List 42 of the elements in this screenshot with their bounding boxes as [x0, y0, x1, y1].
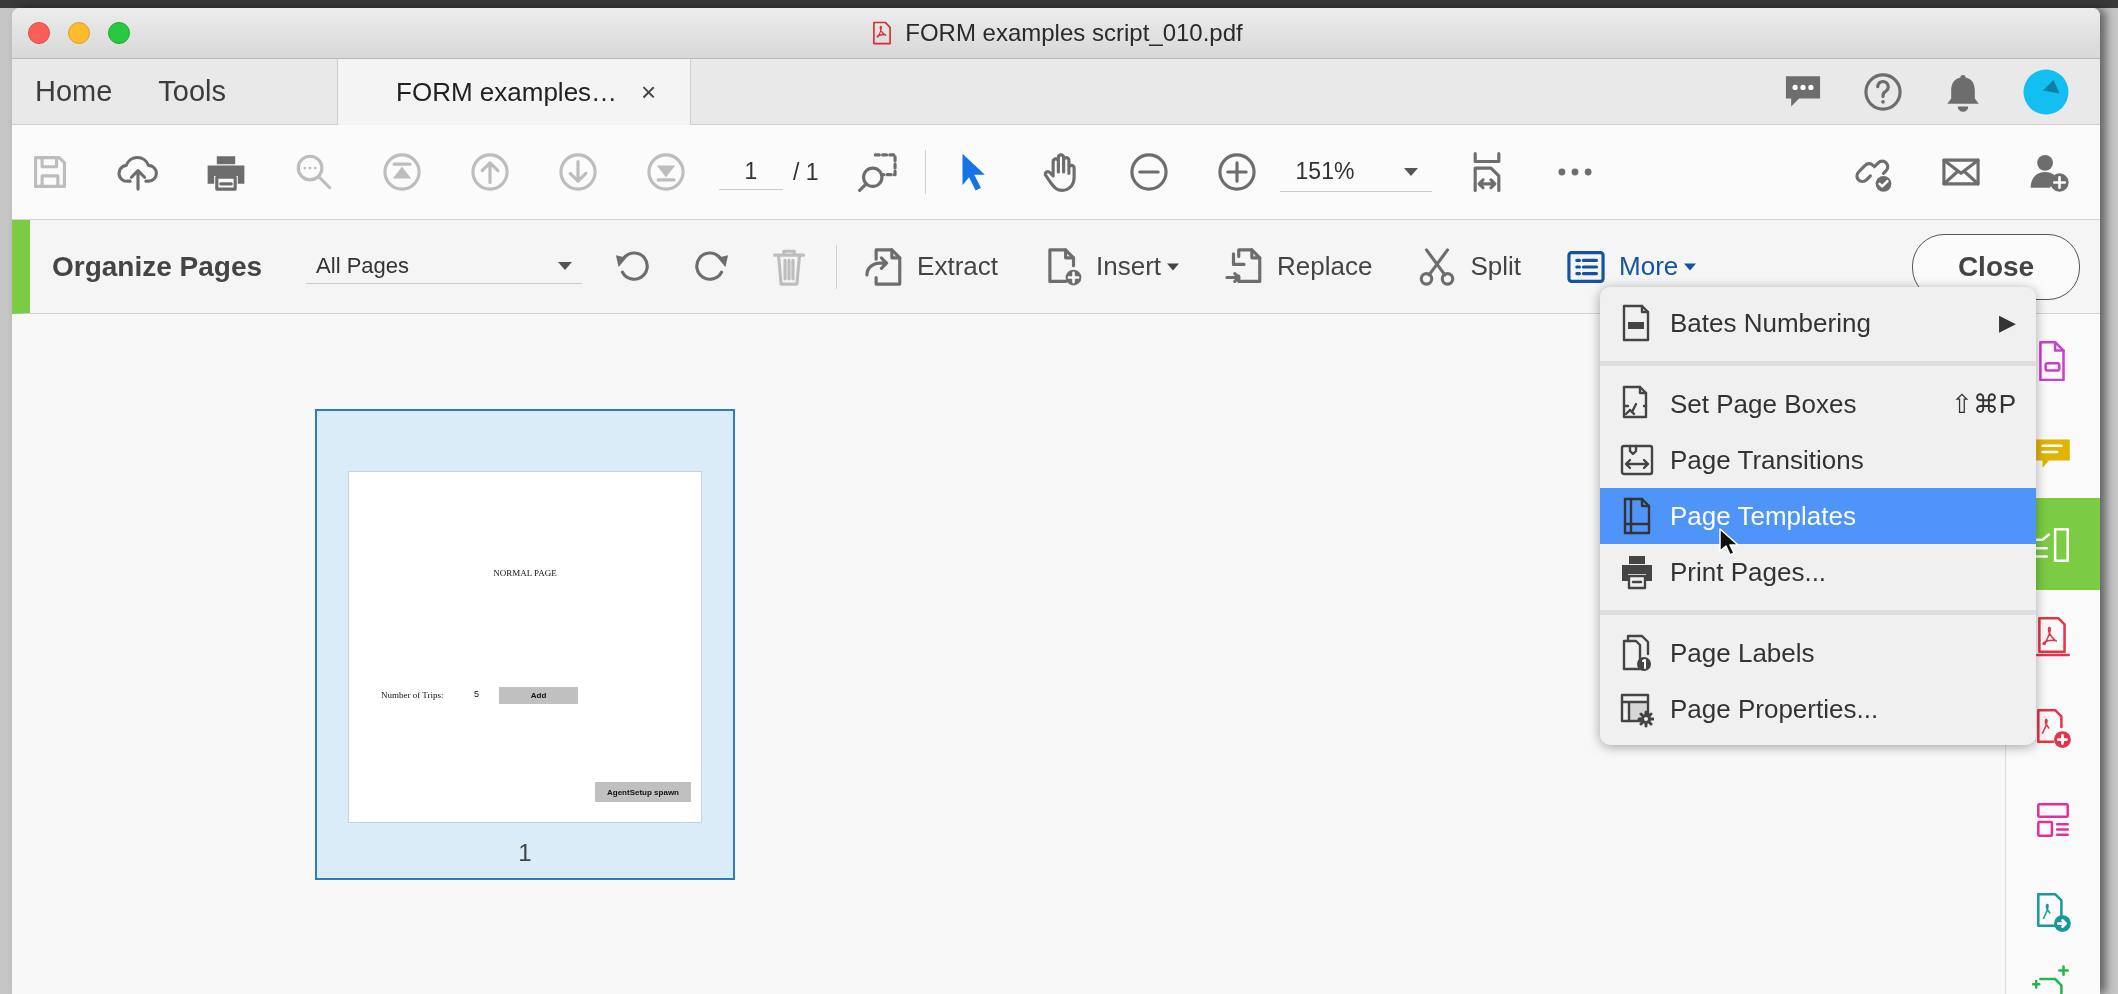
- tab-label: FORM examples…: [396, 76, 618, 108]
- page-heading: NORMAL PAGE: [492, 568, 558, 578]
- page-number-field[interactable]: 1: [719, 154, 783, 190]
- shortcut-text: ⇧⌘P: [1950, 388, 2016, 420]
- avatar-icon[interactable]: [2022, 67, 2070, 116]
- close-tab-button[interactable]: ×: [641, 76, 657, 108]
- marquee-zoom-icon[interactable]: [856, 151, 899, 193]
- nav-tab[interactable]: Home: [12, 59, 136, 124]
- dropdown-value: All Pages: [316, 253, 410, 279]
- tool-button[interactable]: More: [1565, 245, 1697, 288]
- tool-button[interactable]: Extract: [863, 245, 998, 288]
- zoom-value: 151%: [1295, 158, 1355, 185]
- window-title: FORM examples script_010.pdf: [905, 19, 1243, 47]
- zoom-in-icon[interactable]: [1215, 151, 1258, 193]
- nav-tab[interactable]: Tools: [135, 59, 250, 124]
- toolbar-title: Organize Pages: [52, 250, 263, 283]
- menu-item[interactable]: Page Properties...: [1600, 681, 2036, 737]
- menu-item[interactable]: Print Pages...: [1600, 544, 2036, 600]
- menu-item[interactable]: Page Labels: [1600, 625, 2036, 681]
- caret-icon: [558, 262, 573, 270]
- field-value: 5: [474, 689, 479, 699]
- zoom-out-icon[interactable]: [1127, 151, 1170, 193]
- form-button: Add: [499, 687, 578, 704]
- page-thumbnail[interactable]: NORMAL PAGE Number of Trips: 5 Add AgentSetup spawn 1: [315, 409, 735, 880]
- tool-button[interactable]: Insert: [1042, 245, 1180, 288]
- submenu-arrow: ▶: [1999, 310, 2016, 336]
- page-count: / 1: [793, 158, 819, 186]
- tool-button[interactable]: Replace: [1223, 245, 1373, 288]
- page-number: 1: [518, 839, 532, 867]
- document-tab[interactable]: FORM examples… ×: [337, 59, 692, 125]
- page-range-dropdown[interactable]: All Pages: [306, 249, 583, 284]
- form-button: AgentSetup spawn: [595, 782, 691, 802]
- tool-button[interactable]: Split: [1416, 245, 1522, 288]
- zoom-light[interactable]: [108, 22, 130, 44]
- close-light[interactable]: [28, 22, 50, 44]
- caret-icon: [1403, 167, 1418, 176]
- help-icon[interactable]: [1862, 70, 1904, 113]
- page-label-icon: [1620, 633, 1654, 673]
- menu-item[interactable]: Page Transitions: [1600, 432, 2036, 488]
- field-label: Number of Trips:: [381, 690, 444, 700]
- zoom-dropdown[interactable]: 151%: [1279, 152, 1432, 192]
- menu-item[interactable]: Set Page Boxes ⇧⌘P: [1600, 376, 2036, 432]
